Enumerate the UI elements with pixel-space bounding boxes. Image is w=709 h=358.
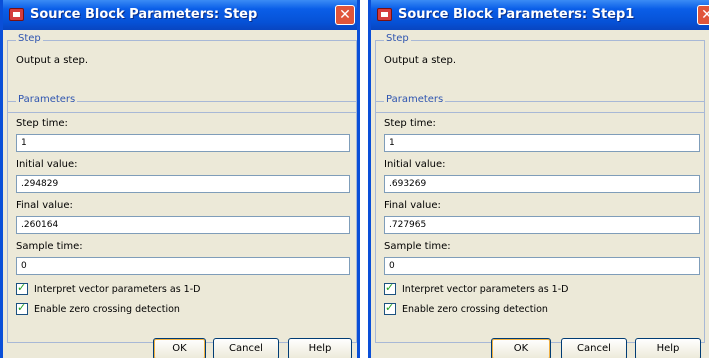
simulink-block-icon <box>377 8 392 21</box>
step1-dialog: Source Block Parameters: Step1 ✕ Step Ou… <box>368 0 709 358</box>
zero-crossing-checkbox[interactable]: ✓ <box>16 301 28 315</box>
ok-button[interactable]: OK <box>153 338 206 358</box>
sample-time-label: Sample time: <box>16 241 83 252</box>
close-button[interactable]: ✕ <box>335 5 355 25</box>
parameters-group: Parameters Step time: 1 Initial value: .… <box>7 94 357 343</box>
simulink-block-icon <box>9 8 24 21</box>
checkmark-icon: ✓ <box>17 301 27 314</box>
final-value-label: Final value: <box>16 200 73 211</box>
interpret-vector-label: Interpret vector parameters as 1-D <box>34 283 201 295</box>
zero-crossing-checkbox[interactable]: ✓ <box>384 301 396 315</box>
interpret-vector-label: Interpret vector parameters as 1-D <box>402 283 569 295</box>
final-value-input[interactable]: .727965 <box>384 216 700 234</box>
initial-value-label: Initial value: <box>16 159 78 170</box>
interpret-vector-checkbox-row[interactable]: ✓ Interpret vector parameters as 1-D <box>16 281 201 295</box>
step-time-label: Step time: <box>384 118 436 129</box>
help-button[interactable]: Help <box>635 338 701 358</box>
step-time-input[interactable]: 1 <box>16 134 350 152</box>
parameters-group-label: Parameters <box>16 94 78 105</box>
sample-time-label: Sample time: <box>384 241 451 252</box>
dialog-title: Source Block Parameters: Step1 <box>398 7 635 22</box>
checkmark-icon: ✓ <box>17 281 27 294</box>
zero-crossing-checkbox-row[interactable]: ✓ Enable zero crossing detection <box>384 301 548 315</box>
step-dialog: Source Block Parameters: Step ✕ Step Out… <box>0 0 360 358</box>
sample-time-input[interactable]: 0 <box>384 257 700 275</box>
initial-value-label: Initial value: <box>384 159 446 170</box>
step-group-label: Step <box>16 33 43 44</box>
initial-value-input[interactable]: .294829 <box>16 175 350 193</box>
help-button[interactable]: Help <box>288 338 352 358</box>
cancel-button[interactable]: Cancel <box>561 338 627 358</box>
zero-crossing-label: Enable zero crossing detection <box>402 303 548 315</box>
checkmark-icon: ✓ <box>385 301 395 314</box>
zero-crossing-checkbox-row[interactable]: ✓ Enable zero crossing detection <box>16 301 180 315</box>
title-bar[interactable]: Source Block Parameters: Step1 ✕ <box>371 0 709 30</box>
final-value-input[interactable]: .260164 <box>16 216 350 234</box>
cancel-button[interactable]: Cancel <box>213 338 279 358</box>
block-description: Output a step. <box>16 55 89 66</box>
parameters-group-label: Parameters <box>384 94 446 105</box>
title-bar[interactable]: Source Block Parameters: Step ✕ <box>3 0 357 30</box>
interpret-vector-checkbox[interactable]: ✓ <box>384 281 396 295</box>
checkmark-icon: ✓ <box>385 281 395 294</box>
dialog-title: Source Block Parameters: Step <box>30 7 258 22</box>
step-time-input[interactable]: 1 <box>384 134 700 152</box>
sample-time-input[interactable]: 0 <box>16 257 350 275</box>
interpret-vector-checkbox[interactable]: ✓ <box>16 281 28 295</box>
close-button[interactable]: ✕ <box>697 5 709 25</box>
parameters-group: Parameters Step time: 1 Initial value: .… <box>375 94 705 343</box>
step-group-label: Step <box>384 33 411 44</box>
initial-value-input[interactable]: .693269 <box>384 175 700 193</box>
zero-crossing-label: Enable zero crossing detection <box>34 303 180 315</box>
ok-button[interactable]: OK <box>491 338 551 358</box>
interpret-vector-checkbox-row[interactable]: ✓ Interpret vector parameters as 1-D <box>384 281 569 295</box>
step-time-label: Step time: <box>16 118 68 129</box>
final-value-label: Final value: <box>384 200 441 211</box>
block-description: Output a step. <box>384 55 457 66</box>
